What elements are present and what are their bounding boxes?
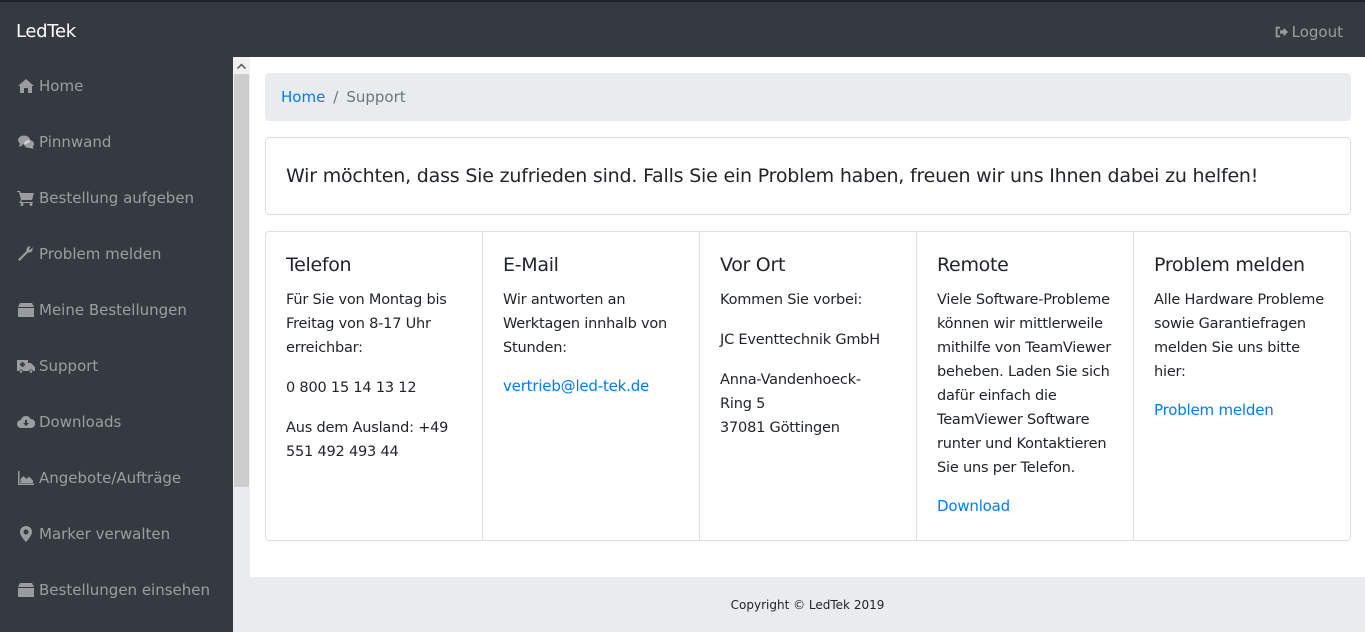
address-city: 37081 Göttingen (720, 420, 840, 436)
comments-icon (18, 135, 34, 149)
card-problem-melden: Problem melden Alle Hardware Probleme so… (1134, 232, 1350, 540)
copyright-text: Copyright © LedTek 2019 (730, 597, 885, 612)
shopping-cart-icon (17, 191, 34, 206)
card-telefon: Telefon Für Sie von Montag bis Freitag v… (266, 232, 483, 540)
card-title: Remote (937, 254, 1009, 276)
sidebar-item-label: Meine Bestellungen (39, 301, 187, 319)
address: Anna-Vandenhoeck-Ring 5 37081 Göttingen (720, 368, 880, 440)
breadcrumb-home-link[interactable]: Home (281, 88, 325, 106)
cloud-download-icon (17, 415, 35, 428)
sidebar-item-label: Marker verwalten (39, 525, 171, 543)
sidebar-item-downloads[interactable]: Downloads (17, 411, 121, 433)
sidebar-item-angebote-auftraege[interactable]: Angebote/Aufträge (17, 467, 181, 489)
address-street: Anna-Vandenhoeck-Ring 5 (720, 372, 861, 412)
scroll-thumb[interactable] (234, 74, 249, 487)
sidebar: Home Pinnwand Bestellung aufgeben Proble… (0, 57, 233, 632)
card-text: Für Sie von Montag bis Freitag von 8-17 … (286, 292, 447, 356)
card-title: E-Mail (503, 254, 559, 276)
card-vor-ort: Vor Ort Kommen Sie vorbei: JC Eventtechn… (700, 232, 917, 540)
chevron-up-icon (237, 63, 246, 69)
brand-logo[interactable]: LedTek (16, 21, 76, 42)
sidebar-item-home[interactable]: Home (17, 75, 83, 97)
sidebar-item-label: Angebote/Aufträge (39, 469, 182, 487)
sidebar-item-support[interactable]: Support (17, 355, 98, 377)
support-card-deck: Telefon Für Sie von Montag bis Freitag v… (265, 231, 1351, 541)
sidebar-item-label: Support (39, 357, 99, 375)
card-title: Problem melden (1154, 254, 1305, 276)
logout-label: Logout (1291, 23, 1343, 41)
email-link[interactable]: vertrieb@led-tek.de (503, 377, 649, 395)
box-icon (18, 583, 34, 597)
phone-abroad: Aus dem Ausland: +49 551 492 493 44 (286, 420, 449, 460)
download-link[interactable]: Download (937, 497, 1010, 515)
card-text: Alle Hardware Probleme sowie Garantiefra… (1154, 292, 1324, 380)
intro-text: Wir möchten, dass Sie zufrieden sind. Fa… (286, 165, 1259, 187)
phone-number: 0 800 15 14 13 12 (286, 380, 417, 396)
sidebar-item-marker-verwalten[interactable]: Marker verwalten (17, 523, 170, 545)
scrollbar[interactable] (233, 57, 250, 632)
sidebar-item-label: Home (39, 77, 84, 95)
wrench-icon (18, 246, 33, 261)
breadcrumb: Home / Support (265, 73, 1351, 121)
sidebar-item-label: Problem melden (39, 245, 162, 263)
sidebar-item-label: Bestellungen einsehen (39, 581, 211, 599)
scroll-up-button[interactable] (233, 57, 250, 74)
sign-out-icon (1275, 26, 1288, 38)
footer: Copyright © LedTek 2019 (250, 577, 1365, 632)
card-text: Viele Software-Probleme können wir mittl… (937, 292, 1111, 476)
sidebar-item-bestellung-aufgeben[interactable]: Bestellung aufgeben (17, 187, 194, 209)
logout-button[interactable]: Logout (1274, 23, 1343, 41)
sidebar-item-meine-bestellungen[interactable]: Meine Bestellungen (17, 299, 187, 321)
ambulance-icon (17, 360, 35, 374)
card-title: Vor Ort (720, 254, 786, 276)
card-remote: Remote Viele Software-Probleme können wi… (917, 232, 1134, 540)
area-chart-icon (18, 471, 34, 485)
intro-card: Wir möchten, dass Sie zufrieden sind. Fa… (265, 137, 1351, 215)
map-marker-icon (20, 526, 32, 542)
company-name: JC Eventtechnik GmbH (720, 332, 881, 348)
top-navbar: LedTek Logout (0, 0, 1365, 57)
box-icon (18, 303, 34, 317)
sidebar-item-label: Bestellung aufgeben (39, 189, 195, 207)
card-email: E-Mail Wir antworten an Werktagen innhal… (483, 232, 700, 540)
sidebar-item-bestellungen-einsehen[interactable]: Bestellungen einsehen (17, 579, 210, 601)
card-title: Telefon (286, 254, 352, 276)
sidebar-item-label: Pinnwand (39, 133, 112, 151)
breadcrumb-current: Support (346, 88, 406, 106)
problem-melden-link[interactable]: Problem melden (1154, 401, 1274, 419)
card-text: Wir antworten an Werktagen innhalb von S… (503, 292, 668, 356)
main-content: Home / Support Wir möchten, dass Sie zuf… (250, 57, 1365, 577)
sidebar-item-pinnwand[interactable]: Pinnwand (17, 131, 111, 153)
breadcrumb-separator: / (333, 88, 339, 106)
sidebar-item-problem-melden[interactable]: Problem melden (17, 243, 161, 265)
sidebar-item-label: Downloads (39, 413, 122, 431)
home-icon (18, 79, 34, 93)
card-text: Kommen Sie vorbei: (720, 292, 863, 308)
